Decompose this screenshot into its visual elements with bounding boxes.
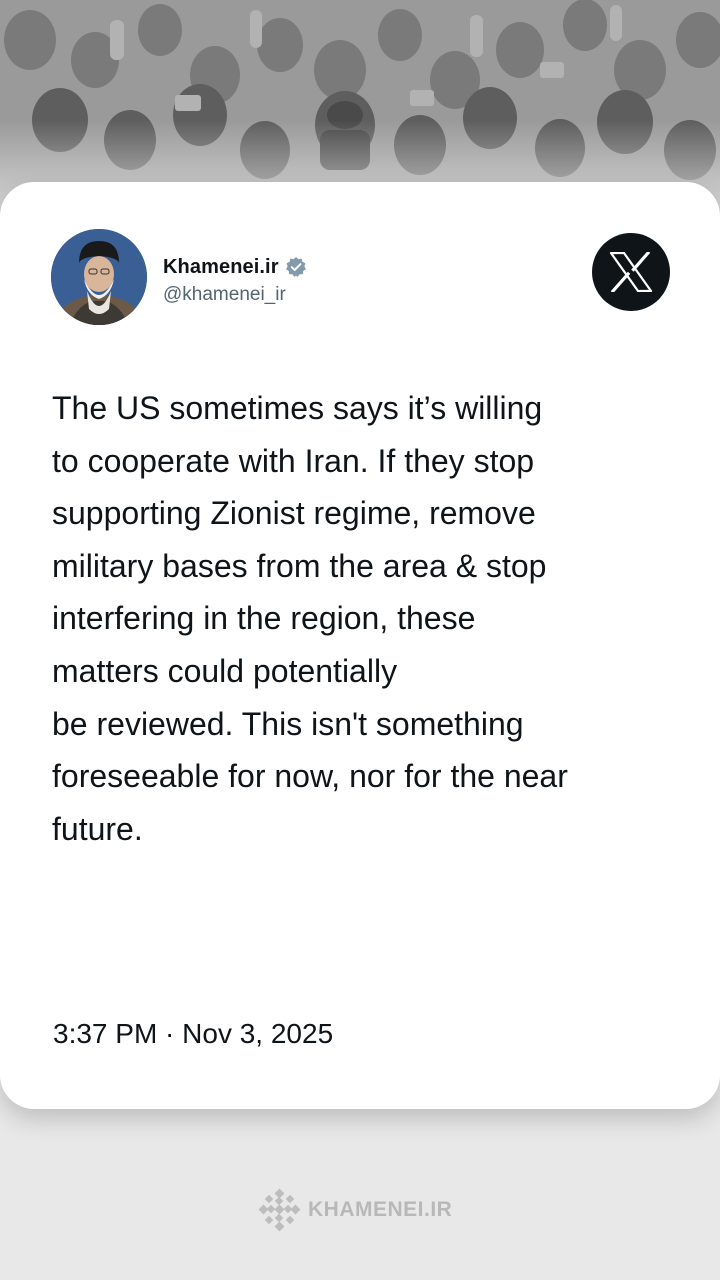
- tweet-text: The US sometimes says it’s willing to co…: [52, 390, 568, 847]
- post-image: Khamenei.ir @khamenei_ir The US sometime…: [0, 0, 720, 1280]
- author-name-row: Khamenei.ir: [163, 253, 307, 281]
- footer-brand-text: KHAMENEI.IR: [308, 1198, 453, 1221]
- tweet-timestamp[interactable]: 3:37 PM · Nov 3, 2025: [53, 1018, 333, 1050]
- tweet-card: Khamenei.ir @khamenei_ir The US sometime…: [0, 182, 720, 1109]
- author-handle[interactable]: @khamenei_ir: [163, 284, 286, 306]
- x-logo-icon[interactable]: [592, 233, 670, 311]
- khamenei-logo-icon: [258, 1188, 304, 1232]
- profile-avatar[interactable]: [51, 229, 147, 325]
- verified-badge-icon: [285, 256, 307, 278]
- author-display-name[interactable]: Khamenei.ir: [163, 256, 279, 279]
- footer-brand: KHAMENEI.IR: [258, 1188, 452, 1232]
